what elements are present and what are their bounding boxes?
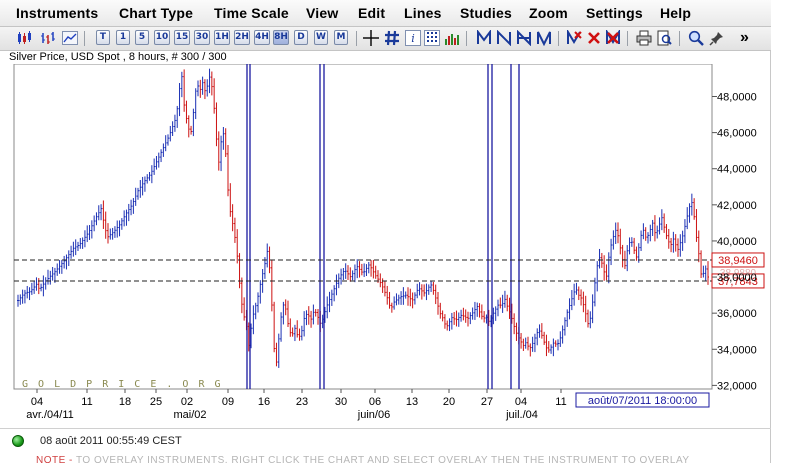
price-line-label: 38,9460 <box>718 255 758 267</box>
chart-title: Silver Price, USD Spot , 8 hours, # 300 … <box>9 51 227 63</box>
y-tick-label: 34,0000 <box>717 344 757 356</box>
y-tick-label: 38,0000 <box>717 272 757 284</box>
time-axis: 04 11 18 25 02 09 16 23 30 06 13 20 27 04 11 avr./04/11… <box>26 389 567 421</box>
toolbar-separator <box>84 31 85 46</box>
timeframe-10min-button[interactable]: 10 <box>154 30 170 45</box>
menu-help[interactable]: Help <box>660 5 691 21</box>
grid-icon[interactable] <box>384 30 400 46</box>
x-day-label: 06 <box>369 396 381 408</box>
y-tick-label: 46,0000 <box>717 128 757 140</box>
channel-line-icon[interactable] <box>496 30 512 46</box>
x-day-label: 04 <box>31 396 43 408</box>
svg-text:i: i <box>411 32 415 45</box>
y-tick-label: 36,0000 <box>717 308 757 320</box>
x-day-label: 04 <box>515 396 527 408</box>
x-day-label: 27 <box>481 396 493 408</box>
delete-icon[interactable] <box>586 30 602 46</box>
x-day-label: 11 <box>81 396 92 408</box>
info-tooltip-icon[interactable]: i <box>405 30 421 46</box>
x-day-label: 25 <box>150 396 162 408</box>
timeframe-month-button[interactable]: M <box>334 30 348 45</box>
toolbar-overflow-button[interactable]: » <box>740 29 749 46</box>
overlay-note-text: TO OVERLAY INSTRUMENTS, RIGHT CLICK THE … <box>76 455 690 463</box>
watermark: G O L D P R I C E . O R G <box>22 379 223 390</box>
timeframe-2h-button[interactable]: 2H <box>234 30 250 45</box>
x-month-label: juil./04 <box>505 409 538 421</box>
menu-time-scale[interactable]: Time Scale <box>214 5 289 21</box>
price-axis: 32,0000 34,0000 36,0000 38,0000 40,0000 42,00… <box>712 92 757 392</box>
y-tick-label: 48,0000 <box>717 92 757 104</box>
menu-bar: Instruments Chart Type Time Scale View E… <box>0 0 771 27</box>
fibonacci-icon[interactable] <box>516 30 532 46</box>
gann-line-icon[interactable] <box>536 30 552 46</box>
toolbar-separator <box>558 31 559 46</box>
overlay-note-label: NOTE - <box>36 455 73 463</box>
timeframe-1h-button[interactable]: 1H <box>214 30 230 45</box>
toolbar-separator <box>466 31 467 46</box>
dotted-grid-icon[interactable] <box>424 30 440 46</box>
toolbar-separator <box>627 31 628 46</box>
bar-chart-icon[interactable] <box>40 30 56 46</box>
crosshair-icon[interactable] <box>363 30 379 46</box>
y-tick-label: 44,0000 <box>717 164 757 176</box>
toolbar: T 1 5 10 15 30 1H 2H 4H 8H D W M i » <box>0 27 771 51</box>
menu-lines[interactable]: Lines <box>404 5 442 21</box>
menu-zoom[interactable]: Zoom <box>529 5 568 21</box>
trend-line-icon[interactable] <box>476 30 492 46</box>
price-chart[interactable]: 38,946037,784338,9880 32,000034,000036,0… <box>0 64 771 426</box>
timeframe-30min-button[interactable]: 30 <box>194 30 210 45</box>
timeframe-day-button[interactable]: D <box>294 30 308 45</box>
timeframe-1min-button[interactable]: 1 <box>116 30 130 45</box>
candlestick-chart-icon[interactable] <box>16 30 32 46</box>
print-icon[interactable] <box>636 30 652 46</box>
menu-instruments[interactable]: Instruments <box>16 5 98 21</box>
print-preview-icon[interactable] <box>656 30 672 46</box>
x-day-label: 20 <box>443 396 455 408</box>
status-bar: 08 août 2011 00:55:49 CEST <box>0 428 771 452</box>
x-day-label: 23 <box>296 396 308 408</box>
x-month-label: mai/02 <box>173 409 206 421</box>
toolbar-separator <box>679 31 680 46</box>
status-timestamp: 08 août 2011 00:55:49 CEST <box>40 435 182 447</box>
x-day-label: 02 <box>181 396 193 408</box>
delete-all-icon[interactable] <box>605 30 621 46</box>
delete-line-icon[interactable] <box>566 30 582 46</box>
menu-edit[interactable]: Edit <box>358 5 385 21</box>
timeframe-5min-button[interactable]: 5 <box>135 30 149 45</box>
note-strip: NOTE - TO OVERLAY INSTRUMENTS, RIGHT CLI… <box>0 455 771 463</box>
x-day-label: 13 <box>406 396 418 408</box>
x-day-label: 09 <box>222 396 234 408</box>
x-month-label: avr./04/11 <box>26 409 74 421</box>
menu-settings[interactable]: Settings <box>586 5 643 21</box>
menu-view[interactable]: View <box>306 5 338 21</box>
zoom-icon[interactable] <box>688 30 704 46</box>
cursor-time-label: août/07/2011 18:00:00 <box>588 395 697 407</box>
menu-studies[interactable]: Studies <box>460 5 512 21</box>
timeframe-week-button[interactable]: W <box>314 30 328 45</box>
timeframe-4h-button[interactable]: 4H <box>254 30 270 45</box>
y-tick-label: 32,0000 <box>717 380 757 392</box>
x-month-label: juin/06 <box>357 409 390 421</box>
y-tick-label: 42,0000 <box>717 200 757 212</box>
app-frame: Instruments Chart Type Time Scale View E… <box>0 0 771 463</box>
overlay-note: NOTE - TO OVERLAY INSTRUMENTS, RIGHT CLI… <box>36 455 690 463</box>
plot-area <box>13 64 713 390</box>
toolbar-separator <box>356 31 357 46</box>
x-day-label: 18 <box>119 396 131 408</box>
timeframe-15min-button[interactable]: 15 <box>174 30 190 45</box>
timeframe-tick-button[interactable]: T <box>96 30 110 45</box>
volume-icon[interactable] <box>444 30 460 46</box>
menu-chart-type[interactable]: Chart Type <box>119 5 193 21</box>
x-day-label: 16 <box>258 396 270 408</box>
timeframe-8h-button[interactable]: 8H <box>273 30 289 45</box>
pin-icon[interactable] <box>709 30 725 46</box>
x-day-label: 30 <box>335 396 347 408</box>
y-tick-label: 40,0000 <box>717 236 757 248</box>
x-day-label: 11 <box>555 396 566 408</box>
line-chart-icon[interactable] <box>62 30 78 46</box>
connection-status-icon <box>12 435 24 447</box>
